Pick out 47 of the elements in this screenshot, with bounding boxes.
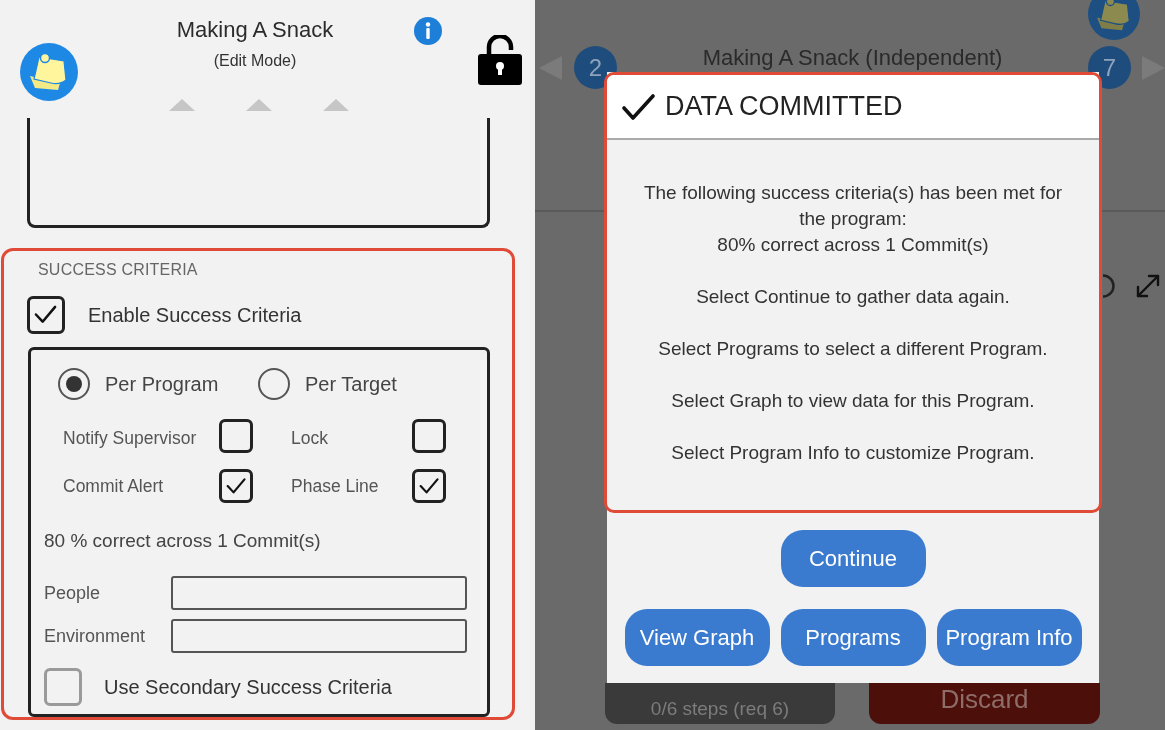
program-title: Making A Snack (Independent): [702, 46, 1003, 70]
dialog-button[interactable]: Continue: [780, 530, 926, 587]
dialog-button[interactable]: Programs: [780, 609, 926, 666]
option-label: Lock: [291, 427, 328, 449]
unlocked-padlock-icon[interactable]: [478, 35, 522, 85]
screen-title: Making A Snack: [176, 17, 334, 43]
section-heading: SUCCESS CRITERIA: [38, 261, 198, 279]
checkbox-label: Enable Success Criteria: [88, 303, 302, 327]
sticky-notes-icon[interactable]: [1088, 0, 1140, 40]
message-text: Select Program Info to customize Program.: [671, 441, 1035, 465]
option-label: Notify Supervisor: [63, 427, 197, 449]
steps-button[interactable]: 0/6 steps (req 6): [605, 683, 835, 724]
checkbox[interactable]: [219, 419, 253, 453]
expand-icon[interactable]: [1135, 273, 1161, 299]
message-text: 80% correct across 1 Commit(s): [717, 233, 989, 257]
checkbox[interactable]: [27, 296, 65, 334]
radio-label: Per Program: [105, 372, 219, 396]
sticky-notes-icon[interactable]: [20, 43, 78, 101]
field-label: Environment: [44, 625, 147, 647]
screen-subtitle: (Edit Mode): [213, 51, 297, 71]
checkbox[interactable]: [44, 668, 82, 706]
dialog-button[interactable]: View Graph: [624, 609, 770, 666]
field-label: People: [44, 582, 102, 604]
checkbox[interactable]: [219, 469, 253, 503]
input-field[interactable]: [171, 576, 467, 610]
checkbox[interactable]: [412, 419, 446, 453]
ring-icon[interactable]: [1102, 274, 1117, 298]
input-field[interactable]: [171, 619, 467, 653]
info-icon[interactable]: [414, 17, 442, 45]
check-icon: [418, 475, 440, 497]
radio-button[interactable]: [58, 368, 90, 400]
dialog-title: DATA COMMITTED: [665, 91, 903, 122]
radio-button[interactable]: [258, 368, 290, 400]
check-icon: [622, 92, 655, 121]
option-label: Commit Alert: [63, 475, 164, 497]
dialog-button[interactable]: Program Info: [936, 609, 1082, 666]
checkbox-label: Use Secondary Success Criteria: [104, 675, 392, 699]
message-text: Select Programs to select a different Program.: [658, 337, 1048, 361]
option-label: Phase Line: [291, 475, 379, 497]
message-text: Select Continue to gather data again.: [696, 285, 1010, 309]
radio-label: Per Target: [305, 372, 397, 396]
checkbox[interactable]: [412, 469, 446, 503]
discard-button[interactable]: Discard: [869, 683, 1100, 724]
criteria-summary: 80 % correct across 1 Commit(s): [43, 531, 321, 551]
message-text: The following success criteria(s) has been met for the program:: [642, 181, 1064, 231]
message-text: Select Graph to view data for this Program.: [671, 389, 1035, 413]
check-icon: [225, 475, 247, 497]
